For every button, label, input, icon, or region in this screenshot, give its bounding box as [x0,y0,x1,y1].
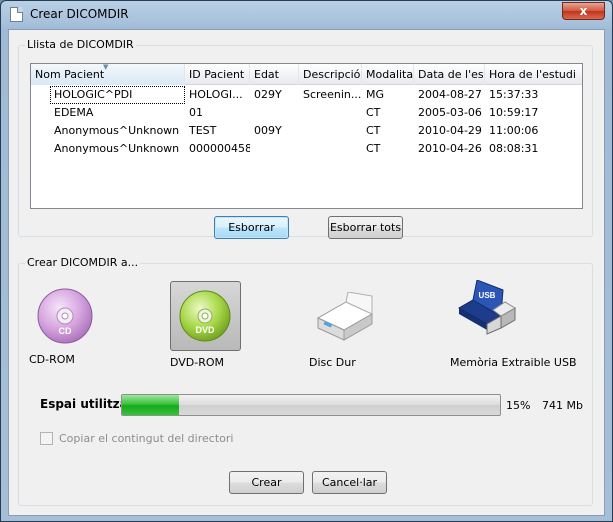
dvd-rom-label: DVD-ROM [170,356,225,369]
dialog-body: Llista de DICOMDIR ▼ Nom Pacient ID Paci… [8,29,605,516]
cell-hora-estudi: 11:00:06 [489,124,539,137]
cd-icon: CD [37,288,93,344]
hard-disk-option[interactable] [314,291,376,342]
column-header-data-estudi[interactable]: Data de l'estudi [414,64,485,85]
usage-progress-fill [122,395,179,415]
cell-descripcio [299,104,362,122]
cell-data-estudi: 2004-08-27 [418,88,482,101]
window-title: Crear DICOMDIR [30,7,129,21]
dicomdir-list[interactable]: ▼ Nom Pacient ID Pacient Edat Descripció… [30,63,583,209]
cell-data-estudi: 2005-03-06 [418,106,482,119]
cell-edat [250,140,299,158]
cell-hora-estudi: 10:59:17 [489,106,539,119]
cell-descripcio [299,140,362,158]
cd-rom-label: CD-ROM [29,353,75,366]
dvd-disc-text: DVD [195,325,215,335]
document-icon [10,7,23,22]
cell-id-pacient: 01 [189,106,203,119]
cancel-button[interactable]: Cancel·lar [312,471,387,494]
column-header-modalitat[interactable]: Modalitat [362,64,414,85]
column-header-descripcio[interactable]: Descripció [299,64,362,85]
cell-modalitat: CT [366,106,381,119]
table-row[interactable]: Anonymous^Unknown 000000458 CT 2010-04-2… [31,140,582,158]
cell-nom-pacient: HOLOGIC^PDI [50,86,185,104]
cell-id-pacient: TEST [189,124,217,137]
title-bar[interactable]: Crear DICOMDIR x [1,1,612,29]
delete-all-button[interactable]: Esborrar tots [328,216,403,239]
delete-button[interactable]: Esborrar [214,216,289,239]
column-header-edat[interactable]: Edat [250,64,299,85]
copy-directory-label: Copiar el contingut del directori [59,432,234,445]
cell-modalitat: CT [366,124,381,137]
usage-percent: 15% [506,399,531,412]
table-row[interactable]: Anonymous^Unknown TEST 009Y CT 2010-04-2… [31,122,582,140]
cell-edat [250,104,299,122]
usb-badge-text: USB [479,291,496,300]
cell-descripcio: Screenin... [303,88,362,101]
hard-disk-label: Disc Dur [309,356,356,369]
column-header-nom-pacient[interactable]: ▼ Nom Pacient [31,64,185,85]
hard-disk-icon [316,291,374,341]
usb-option[interactable]: USB [453,279,525,336]
table-row[interactable]: EDEMA 01 CT 2005-03-06 10:59:17 [31,104,582,122]
usage-progress-bar [121,394,501,416]
cell-edat: 029Y [254,88,282,101]
cell-edat: 009Y [254,124,282,137]
create-group-label: Crear DICOMDIR a... [25,256,141,269]
cd-disc-text: CD [59,326,72,336]
list-header: ▼ Nom Pacient ID Pacient Edat Descripció… [31,64,582,85]
usb-label: Memòria Extraible USB [450,356,577,369]
cell-descripcio [299,122,362,140]
cell-nom-pacient: EDEMA [54,106,94,119]
dvd-rom-option[interactable]: DVD [170,281,241,351]
close-button[interactable]: x [562,2,605,20]
cell-hora-estudi: 08:08:31 [489,142,539,155]
create-button[interactable]: Crear [229,471,304,494]
column-label: Nom Pacient [35,68,105,81]
list-group-label: Llista de DICOMDIR [25,38,136,51]
usage-label: Espai utilitzat [40,397,134,411]
copy-directory-checkbox[interactable] [40,432,53,445]
cell-nom-pacient: Anonymous^Unknown [54,142,180,155]
column-header-id-pacient[interactable]: ID Pacient [185,64,250,85]
usage-size: 741 Mb [542,399,583,412]
cd-rom-option[interactable]: CD [35,286,95,346]
cell-data-estudi: 2010-04-29 [418,124,482,137]
column-header-hora-estudi[interactable]: Hora de l'estudi [485,64,582,85]
table-row[interactable]: HOLOGIC^PDI HOLOGI... 029Y Screenin... M… [31,86,582,104]
cell-modalitat: CT [366,142,381,155]
cell-id-pacient: HOLOGI... [189,88,243,101]
cell-data-estudi: 2010-04-26 [418,142,482,155]
dialog-window: Crear DICOMDIR x Llista de DICOMDIR ▼ No… [0,0,613,522]
cell-nom-pacient: Anonymous^Unknown [54,124,180,137]
sort-arrow-icon: ▼ [103,64,109,71]
dvd-icon: DVD [179,290,231,342]
cell-modalitat: MG [366,88,385,101]
cell-id-pacient: 000000458 [189,142,250,155]
usb-stick-icon: USB [457,279,516,335]
cell-hora-estudi: 15:37:33 [489,88,539,101]
